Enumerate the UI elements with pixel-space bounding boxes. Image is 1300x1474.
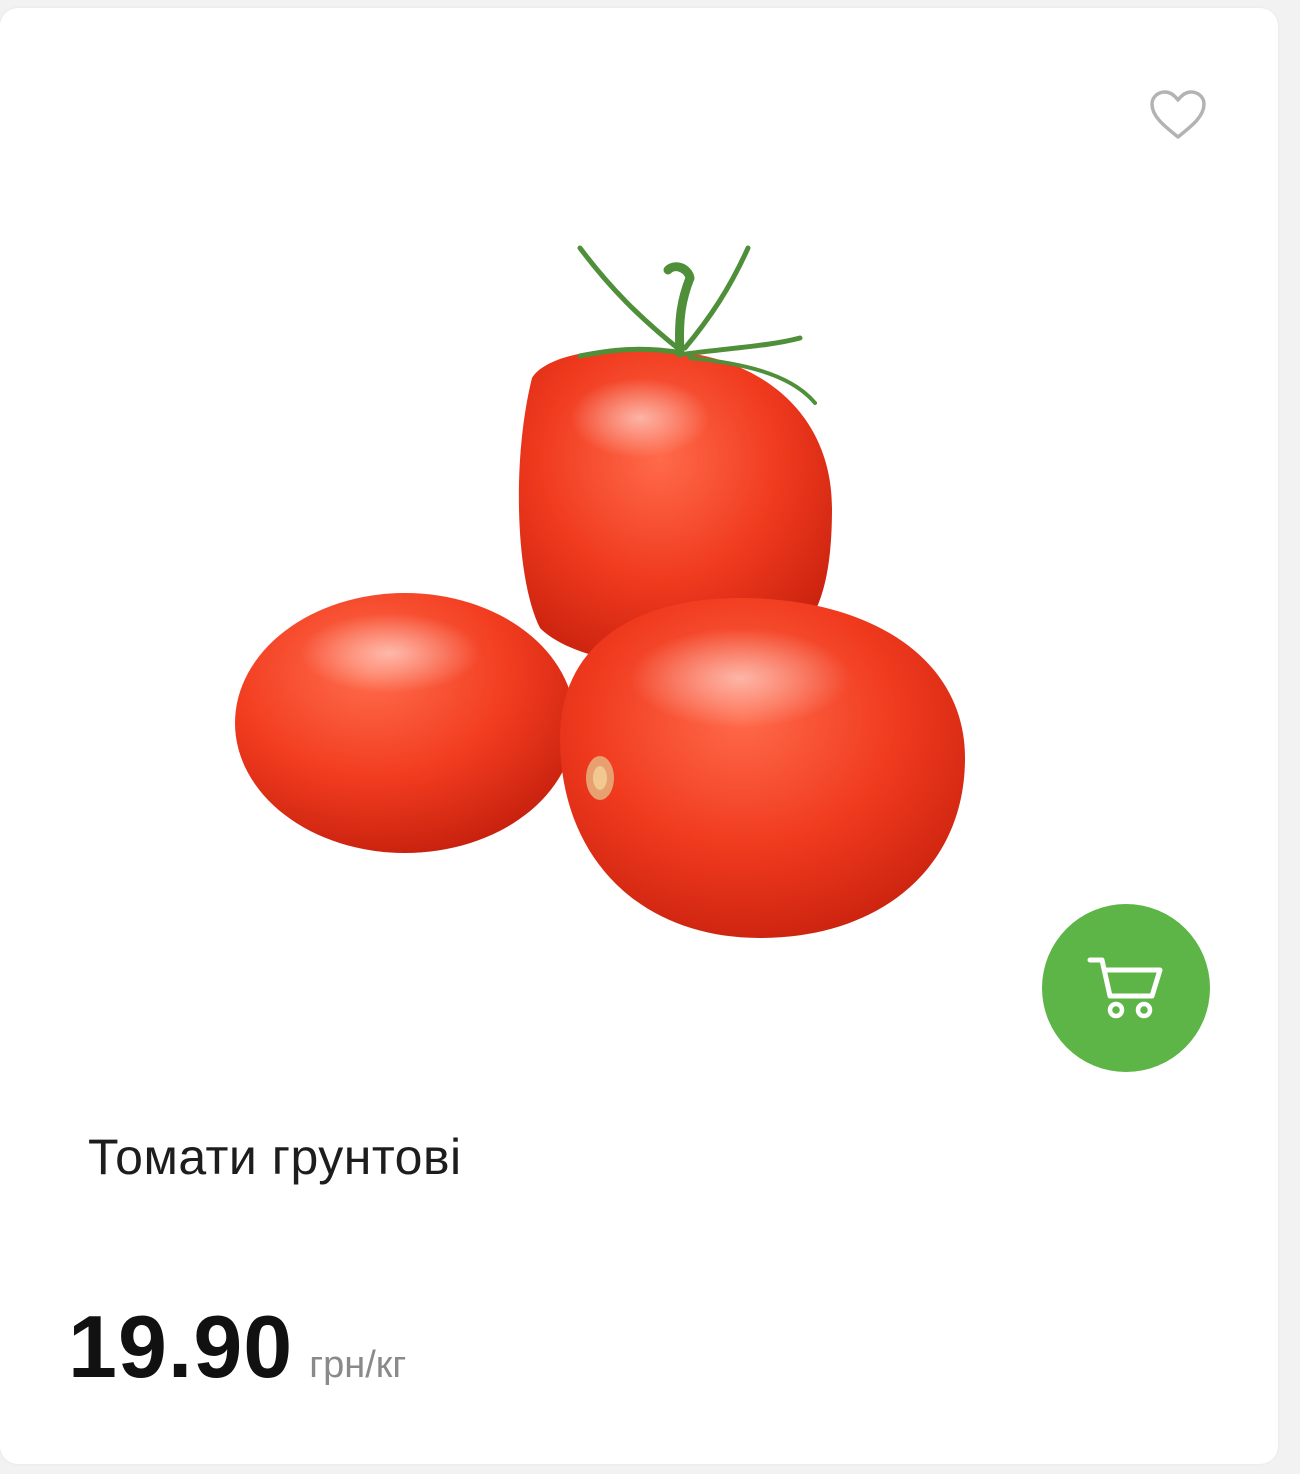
price-value: 19.90 xyxy=(68,1297,294,1396)
add-to-cart-button[interactable] xyxy=(1042,904,1210,1072)
add-to-favorites-button[interactable] xyxy=(1143,84,1213,146)
heart-outline-icon xyxy=(1150,90,1206,139)
price: 19.90 грн/кг xyxy=(68,1296,406,1398)
product-name[interactable]: Томати грунтові xyxy=(88,1128,462,1186)
tomato-left xyxy=(235,593,575,853)
product-card[interactable]: Томати грунтові 19.90 грн/кг xyxy=(0,8,1278,1464)
price-unit: грн/кг xyxy=(309,1344,407,1386)
product-image[interactable] xyxy=(220,178,1000,968)
shopping-cart-icon xyxy=(1087,957,1163,1019)
tomato-front xyxy=(560,598,965,938)
